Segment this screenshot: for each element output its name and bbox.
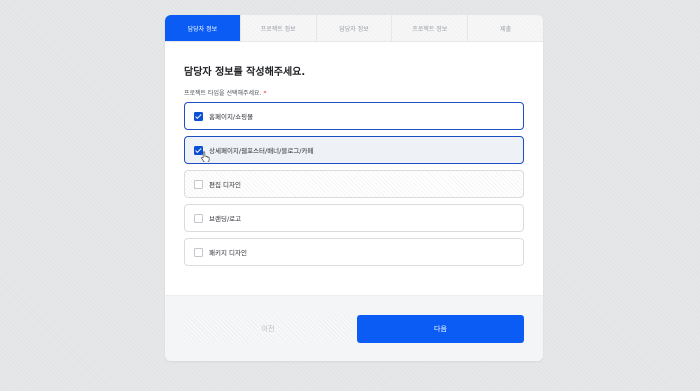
option-label: 브랜딩/로고 — [209, 215, 242, 223]
page-background: 담당자 정보 프로젝트 정보 담당자 정보 프로젝트 정보 제출 담당자 정보를… — [0, 0, 700, 391]
option-label: 상세페이지/웹포스터/배너/블로그/카페 — [209, 147, 314, 155]
next-button[interactable]: 다음 — [357, 315, 524, 343]
option-package-design[interactable]: 패키지 디자인 — [184, 238, 524, 266]
step-tabs: 담당자 정보 프로젝트 정보 담당자 정보 프로젝트 정보 제출 — [165, 15, 543, 42]
form-title: 담당자 정보를 작성해주세요. — [184, 67, 306, 78]
checkbox-checked-icon[interactable] — [194, 111, 203, 121]
hand-pointer-icon — [201, 151, 210, 162]
option-editorial-design[interactable]: 편집 디자인 — [184, 170, 524, 198]
option-branding-logo[interactable]: 브랜딩/로고 — [184, 204, 524, 232]
option-label: 편집 디자인 — [209, 181, 241, 189]
option-homepage-shopping[interactable]: 홈페이지/쇼핑몰 — [184, 102, 524, 130]
checkbox-unchecked-icon[interactable] — [194, 247, 203, 257]
tab-contact-info[interactable]: 담당자 정보 — [165, 15, 241, 41]
tab-submit[interactable]: 제출 — [468, 15, 543, 41]
tab-project-info[interactable]: 프로젝트 정보 — [240, 15, 317, 41]
form-footer: 이전 다음 — [165, 295, 543, 361]
prev-button[interactable]: 이전 — [184, 315, 352, 343]
option-label: 패키지 디자인 — [209, 249, 247, 257]
option-detail-page-banner[interactable]: 상세페이지/웹포스터/배너/블로그/카페 — [184, 136, 524, 164]
option-label: 홈페이지/쇼핑몰 — [209, 113, 254, 121]
field-label-text: 프로젝트 타입을 선택해주세요. — [184, 90, 262, 97]
tab-project-info-2[interactable]: 프로젝트 정보 — [392, 15, 469, 41]
checkbox-unchecked-icon[interactable] — [194, 179, 203, 189]
tab-contact-info-2[interactable]: 담당자 정보 — [316, 15, 393, 41]
required-mark: * — [263, 90, 267, 97]
form-card: 담당자 정보 프로젝트 정보 담당자 정보 프로젝트 정보 제출 담당자 정보를… — [165, 15, 543, 361]
checkbox-unchecked-icon[interactable] — [194, 213, 203, 223]
field-label: 프로젝트 타입을 선택해주세요. * — [184, 88, 266, 97]
